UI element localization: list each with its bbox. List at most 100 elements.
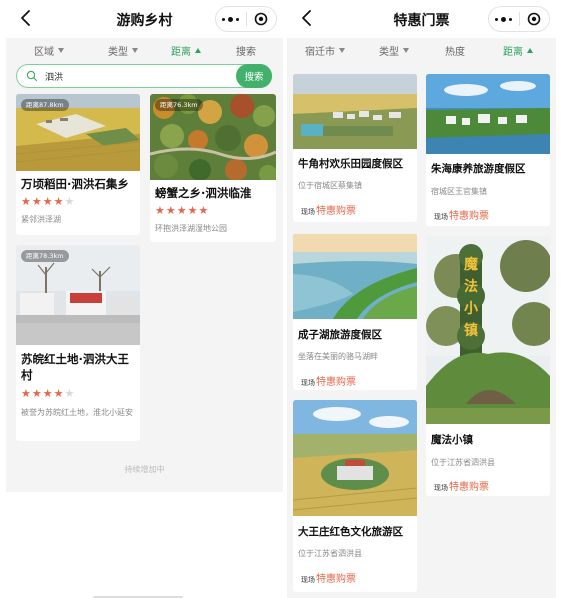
filter-region[interactable]: 区域 [6, 43, 92, 58]
card-title: 万顷稻田·泗洪石集乡 [21, 177, 129, 191]
ticket-label: 特惠购票 [316, 377, 356, 388]
card-description: 位于江苏省泗洪县 [431, 458, 495, 467]
ticket-prefix: 现场 [434, 484, 448, 492]
distance-badge: 距离76.3km [155, 99, 203, 111]
card-title: 苏皖红土地·泗洪大王村 [21, 352, 129, 382]
star-filled-icon: ★ [53, 387, 64, 400]
spot-card-linhuai[interactable]: 距离76.3km 螃蟹之乡·泗洪临淮 ★ ★ ★ ★ ★ 环抱洪泽湖湿地公园 [150, 94, 276, 242]
card-description: 宿城区王官集镇 [431, 187, 487, 196]
star-filled-icon: ★ [165, 204, 176, 217]
target-icon[interactable] [520, 7, 550, 31]
mini-program-capsule [215, 6, 277, 32]
sign-char: 镇 [464, 323, 478, 339]
ticket-card-zhuhai[interactable]: 朱海康养旅游度假区 宿城区王官集镇 现场 特惠购票 [426, 74, 550, 226]
card-description: 位于宿城区蔡集镇 [298, 181, 362, 190]
search-button[interactable]: 搜索 [236, 64, 272, 88]
star-filled-icon: ★ [198, 204, 209, 217]
star-filled-icon: ★ [21, 195, 31, 208]
star-filled-icon: ★ [53, 195, 64, 208]
buy-ticket-link[interactable]: 现场 特惠购票 [301, 570, 356, 585]
card-title: 螃蟹之乡·泗洪临淮 [155, 186, 252, 200]
spot-photo-red-land-village: 距离78.3km [16, 245, 140, 345]
ticket-prefix: 现场 [301, 208, 315, 216]
mini-program-capsule [488, 6, 550, 32]
more-dots-icon[interactable] [216, 7, 246, 31]
rating-stars: ★ ★ ★ ★ ★ [21, 196, 75, 208]
card-description: 位于江苏省泗洪县 [298, 549, 362, 558]
buy-ticket-link[interactable]: 现场 特惠购票 [301, 373, 356, 388]
card-title: 魔法小镇 [431, 434, 473, 446]
ticket-prefix: 现场 [301, 379, 315, 387]
card-title: 牛角村欢乐田园度假区 [298, 158, 403, 170]
target-icon[interactable] [247, 7, 277, 31]
spot-photo-lake-aerial [293, 234, 417, 319]
card-description: 被誉为苏皖红土地，淮北小延安 [21, 408, 133, 417]
magic-town-sign-text: 魔 法 小 镇 [460, 254, 482, 342]
caret-down-icon [403, 47, 409, 53]
caret-up-icon [195, 47, 201, 53]
filter-bar: 区域 类型 距离 搜索 [6, 38, 283, 62]
ticket-label: 特惠购票 [449, 211, 489, 222]
sign-char: 小 [464, 301, 478, 317]
star-filled-icon: ★ [42, 387, 53, 400]
filter-city[interactable]: 宿迁市 [287, 43, 363, 58]
star-filled-icon: ★ [42, 195, 53, 208]
star-empty-icon: ★ [64, 195, 75, 208]
caret-down-icon [58, 47, 64, 53]
ticket-card-magic-town[interactable]: 魔 法 小 镇 魔法小镇 位于江苏省泗洪县 现场 特惠购票 [426, 236, 550, 496]
rating-stars: ★ ★ ★ ★ ★ [155, 205, 209, 217]
filter-city-label: 宿迁市 [305, 46, 335, 58]
spot-card-shiji[interactable]: 距离87.8km 万顷稻田·泗洪石集乡 ★ ★ ★ ★ ★ 紧邻洪泽湖 [16, 94, 140, 235]
card-description: 环抱洪泽湖湿地公园 [155, 224, 227, 233]
filter-type[interactable]: 类型 [92, 43, 154, 58]
filter-distance-label: 距离 [503, 46, 523, 58]
distance-badge: 距离87.8km [21, 99, 69, 111]
filter-search[interactable]: 搜索 [218, 43, 274, 58]
navigation-bar: 特惠门票 [287, 0, 556, 38]
filter-popularity[interactable]: 热度 [425, 43, 485, 58]
sign-char: 魔 [464, 257, 478, 273]
filter-distance[interactable]: 距离 [154, 43, 218, 58]
filter-type-label: 类型 [379, 46, 399, 58]
loading-more-hint: 持续增加中 [124, 465, 165, 474]
more-dots-icon[interactable] [489, 7, 519, 31]
star-filled-icon: ★ [155, 204, 165, 217]
card-title: 成子湖旅游度假区 [298, 329, 382, 341]
spot-card-dawang[interactable]: 距离78.3km 苏皖红土地·泗洪大王村 ★ ★ ★ ★ ★ 被誉为苏皖红土地，淮北小延… [16, 245, 140, 441]
filter-type[interactable]: 类型 [363, 43, 425, 58]
ticket-card-chengzihu[interactable]: 成子湖旅游度假区 坐落在美丽的骆马湖畔 现场 特惠购票 [293, 234, 417, 390]
filter-region-label: 区域 [34, 46, 54, 58]
caret-down-icon [339, 47, 345, 53]
ticket-prefix: 现场 [434, 213, 448, 221]
card-description: 紧邻洪泽湖 [21, 215, 61, 224]
search-bar: 搜索 [16, 64, 272, 88]
card-title: 大王庄红色文化旅游区 [298, 526, 403, 538]
navigation-bar: 游购乡村 [6, 0, 283, 38]
filter-bar: 宿迁市 类型 热度 距离 [287, 38, 556, 62]
star-filled-icon: ★ [31, 387, 42, 400]
star-filled-icon: ★ [176, 204, 187, 217]
spot-photo-lake-resort [426, 74, 550, 154]
card-description: 坐落在美丽的骆马湖畔 [298, 352, 378, 361]
star-filled-icon: ★ [187, 204, 198, 217]
spot-photo-farm-resort [293, 74, 417, 149]
search-input[interactable] [45, 69, 215, 84]
star-filled-icon: ★ [31, 195, 42, 208]
ticket-label: 特惠购票 [316, 574, 356, 585]
ticket-card-niujiao[interactable]: 牛角村欢乐田园度假区 位于宿城区蔡集镇 现场 特惠购票 [293, 74, 417, 222]
star-empty-icon: ★ [64, 387, 75, 400]
buy-ticket-link[interactable]: 现场 特惠购票 [301, 202, 356, 217]
sign-char: 法 [464, 279, 478, 295]
spot-photo-forest-village: 距离76.3km [150, 94, 276, 180]
caret-up-icon [527, 47, 533, 53]
filter-type-label: 类型 [108, 46, 128, 58]
spot-photo-magic-town-sign: 魔 法 小 镇 [426, 236, 550, 424]
buy-ticket-link[interactable]: 现场 特惠购票 [434, 207, 489, 222]
filter-distance[interactable]: 距离 [485, 43, 551, 58]
star-filled-icon: ★ [21, 387, 31, 400]
search-icon [26, 70, 38, 82]
bottom-blank-area [6, 492, 283, 598]
ticket-card-dawangzhuang[interactable]: 大王庄红色文化旅游区 位于江苏省泗洪县 现场 特惠购票 [293, 400, 417, 592]
spot-photo-rice-fields: 距离87.8km [16, 94, 140, 171]
buy-ticket-link[interactable]: 现场 特惠购票 [434, 478, 489, 493]
